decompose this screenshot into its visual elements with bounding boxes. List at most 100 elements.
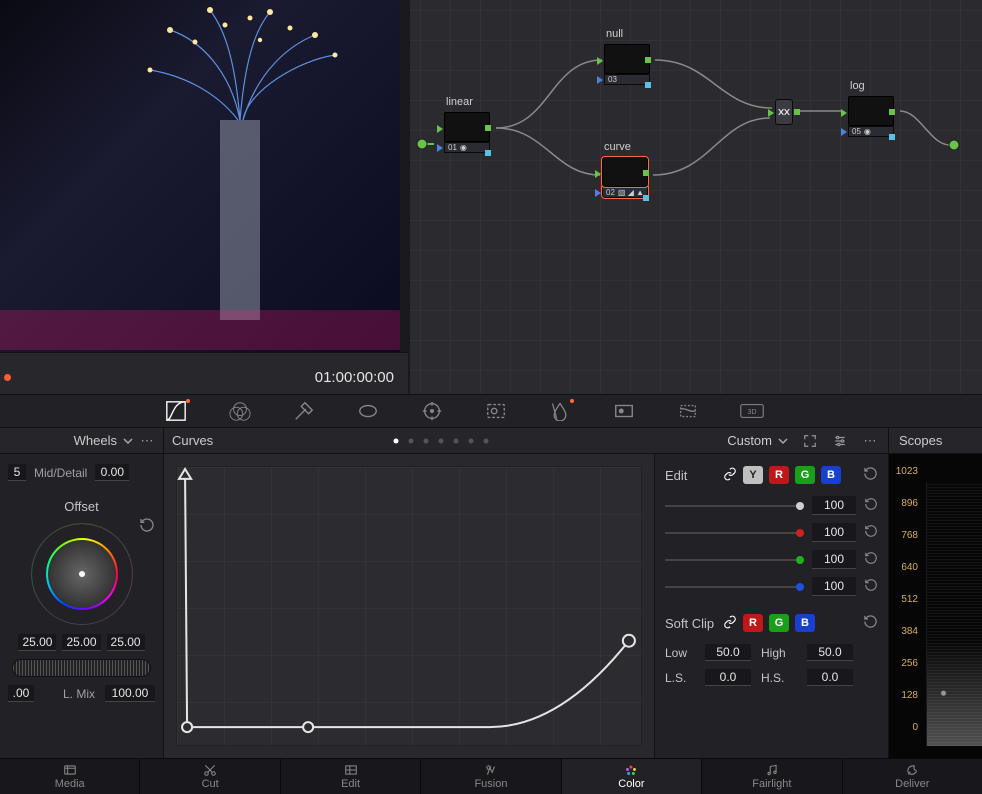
node-port-mask[interactable] [595, 189, 601, 197]
node-curve[interactable]: curve 02▧ ◢ ▲ [602, 157, 656, 198]
mid-detail-value[interactable]: 0.00 [95, 464, 129, 481]
node-port-in[interactable] [768, 109, 774, 117]
node-thumb[interactable] [602, 157, 648, 187]
node-port-in[interactable] [595, 170, 601, 178]
custom-dropdown[interactable]: Custom [727, 433, 788, 448]
curve-editor[interactable] [176, 466, 642, 746]
offset-val-g[interactable]: 25.00 [62, 634, 100, 651]
reset-icon[interactable] [863, 614, 878, 632]
node-thumb[interactable] [848, 96, 894, 126]
page-deliver[interactable]: Deliver [843, 759, 982, 794]
slider-y[interactable] [665, 505, 804, 507]
reset-icon[interactable] [864, 551, 878, 568]
window-icon[interactable] [356, 399, 380, 423]
slider-b[interactable] [665, 586, 804, 588]
low-value[interactable]: 50.0 [705, 644, 751, 661]
page-edit[interactable]: Edit [281, 759, 421, 794]
node-port-in[interactable] [437, 125, 443, 133]
node-port-key[interactable] [485, 150, 491, 156]
link-icon[interactable] [723, 467, 737, 484]
page-media[interactable]: Media [0, 759, 140, 794]
node-graph[interactable]: linear 01◉ null 03 curve [408, 0, 982, 394]
node-port-out[interactable] [643, 170, 649, 176]
sc-b-button[interactable]: B [795, 614, 815, 632]
slider-b-val[interactable]: 100 [812, 577, 856, 596]
node-port-out[interactable] [794, 109, 800, 115]
node-linear[interactable]: linear 01◉ [444, 112, 498, 153]
node-null[interactable]: null 03 [604, 44, 658, 85]
bottom-left-val[interactable]: .00 [8, 685, 34, 702]
softclip-channel-row: Soft Clip R G B [665, 614, 878, 632]
ellipsis-icon[interactable]: ⋯ [139, 433, 155, 449]
channel-b-button[interactable]: B [821, 466, 841, 484]
viewer-scrub-bar[interactable] [0, 352, 408, 360]
curves-tool-icon[interactable] [164, 399, 188, 423]
page-color[interactable]: Color [562, 759, 702, 794]
sc-r-button[interactable]: R [743, 614, 763, 632]
node-thumb[interactable] [604, 44, 650, 74]
sizing-icon[interactable] [676, 399, 700, 423]
link-icon[interactable] [723, 615, 737, 632]
magic-mask-icon[interactable] [484, 399, 508, 423]
expand-icon[interactable] [802, 433, 818, 449]
offset-val-r[interactable]: 25.00 [18, 634, 56, 651]
node-badge: 03 [604, 74, 650, 85]
3d-icon[interactable]: 3D [740, 399, 764, 423]
node-port-out[interactable] [485, 125, 491, 131]
channel-r-button[interactable]: R [769, 466, 789, 484]
node-port-out[interactable] [645, 57, 651, 63]
page-fusion[interactable]: Fusion [421, 759, 561, 794]
color-page-icon [623, 763, 639, 777]
reset-icon[interactable] [863, 466, 878, 484]
slider-r[interactable] [665, 532, 804, 534]
offset-val-b[interactable]: 25.00 [107, 634, 145, 651]
slider-g[interactable] [665, 559, 804, 561]
node-port-in[interactable] [597, 57, 603, 65]
reset-icon[interactable] [864, 497, 878, 514]
reset-icon[interactable] [864, 578, 878, 595]
node-port-mask[interactable] [597, 76, 603, 84]
node-port-mask[interactable] [841, 128, 847, 136]
ls-value[interactable]: 0.0 [705, 669, 751, 686]
reset-icon[interactable] [139, 517, 155, 536]
node-port-in[interactable] [841, 109, 847, 117]
node-port-out[interactable] [889, 109, 895, 115]
scope-tick: 768 [901, 530, 918, 541]
timecode-display[interactable]: 01:00:00:00 [315, 369, 394, 386]
viewer-image[interactable] [0, 0, 400, 352]
node-thumb[interactable] [444, 112, 490, 142]
slider-y-val[interactable]: 100 [812, 496, 856, 515]
channel-g-button[interactable]: G [795, 466, 815, 484]
high-value[interactable]: 50.0 [807, 644, 853, 661]
offset-jog-wheel[interactable] [12, 659, 151, 677]
slider-r-val[interactable]: 100 [812, 523, 856, 542]
options-icon[interactable] [832, 433, 848, 449]
node-port-mask[interactable] [437, 144, 443, 152]
sc-g-button[interactable]: G [769, 614, 789, 632]
hs-value[interactable]: 0.0 [807, 669, 853, 686]
offset-color-wheel[interactable] [32, 524, 132, 624]
curve-mode-dots[interactable] [393, 438, 488, 443]
lmix-value[interactable]: 100.00 [105, 685, 155, 702]
node-parallel-mixer[interactable] [775, 99, 793, 125]
node-log[interactable]: log 05◉ [848, 96, 902, 137]
node-port-key[interactable] [889, 134, 895, 140]
wheel-small-val[interactable]: 5 [8, 464, 26, 481]
channel-y-button[interactable]: Y [743, 466, 763, 484]
blur-icon[interactable] [548, 399, 572, 423]
slider-g-val[interactable]: 100 [812, 550, 856, 569]
scope-tick: 0 [912, 722, 918, 733]
page-cut[interactable]: Cut [140, 759, 280, 794]
waveform-display[interactable] [926, 482, 982, 746]
page-fairlight[interactable]: Fairlight [702, 759, 842, 794]
wheels-panel-header[interactable]: Wheels ⋯ [0, 428, 164, 453]
color-warper-icon[interactable] [228, 399, 252, 423]
key-icon[interactable] [612, 399, 636, 423]
scope-tick: 256 [901, 658, 918, 669]
reset-icon[interactable] [864, 524, 878, 541]
node-port-key[interactable] [643, 195, 649, 201]
node-port-key[interactable] [645, 82, 651, 88]
qualifier-icon[interactable] [292, 399, 316, 423]
tracker-icon[interactable] [420, 399, 444, 423]
ellipsis-icon[interactable]: ⋯ [862, 433, 878, 449]
